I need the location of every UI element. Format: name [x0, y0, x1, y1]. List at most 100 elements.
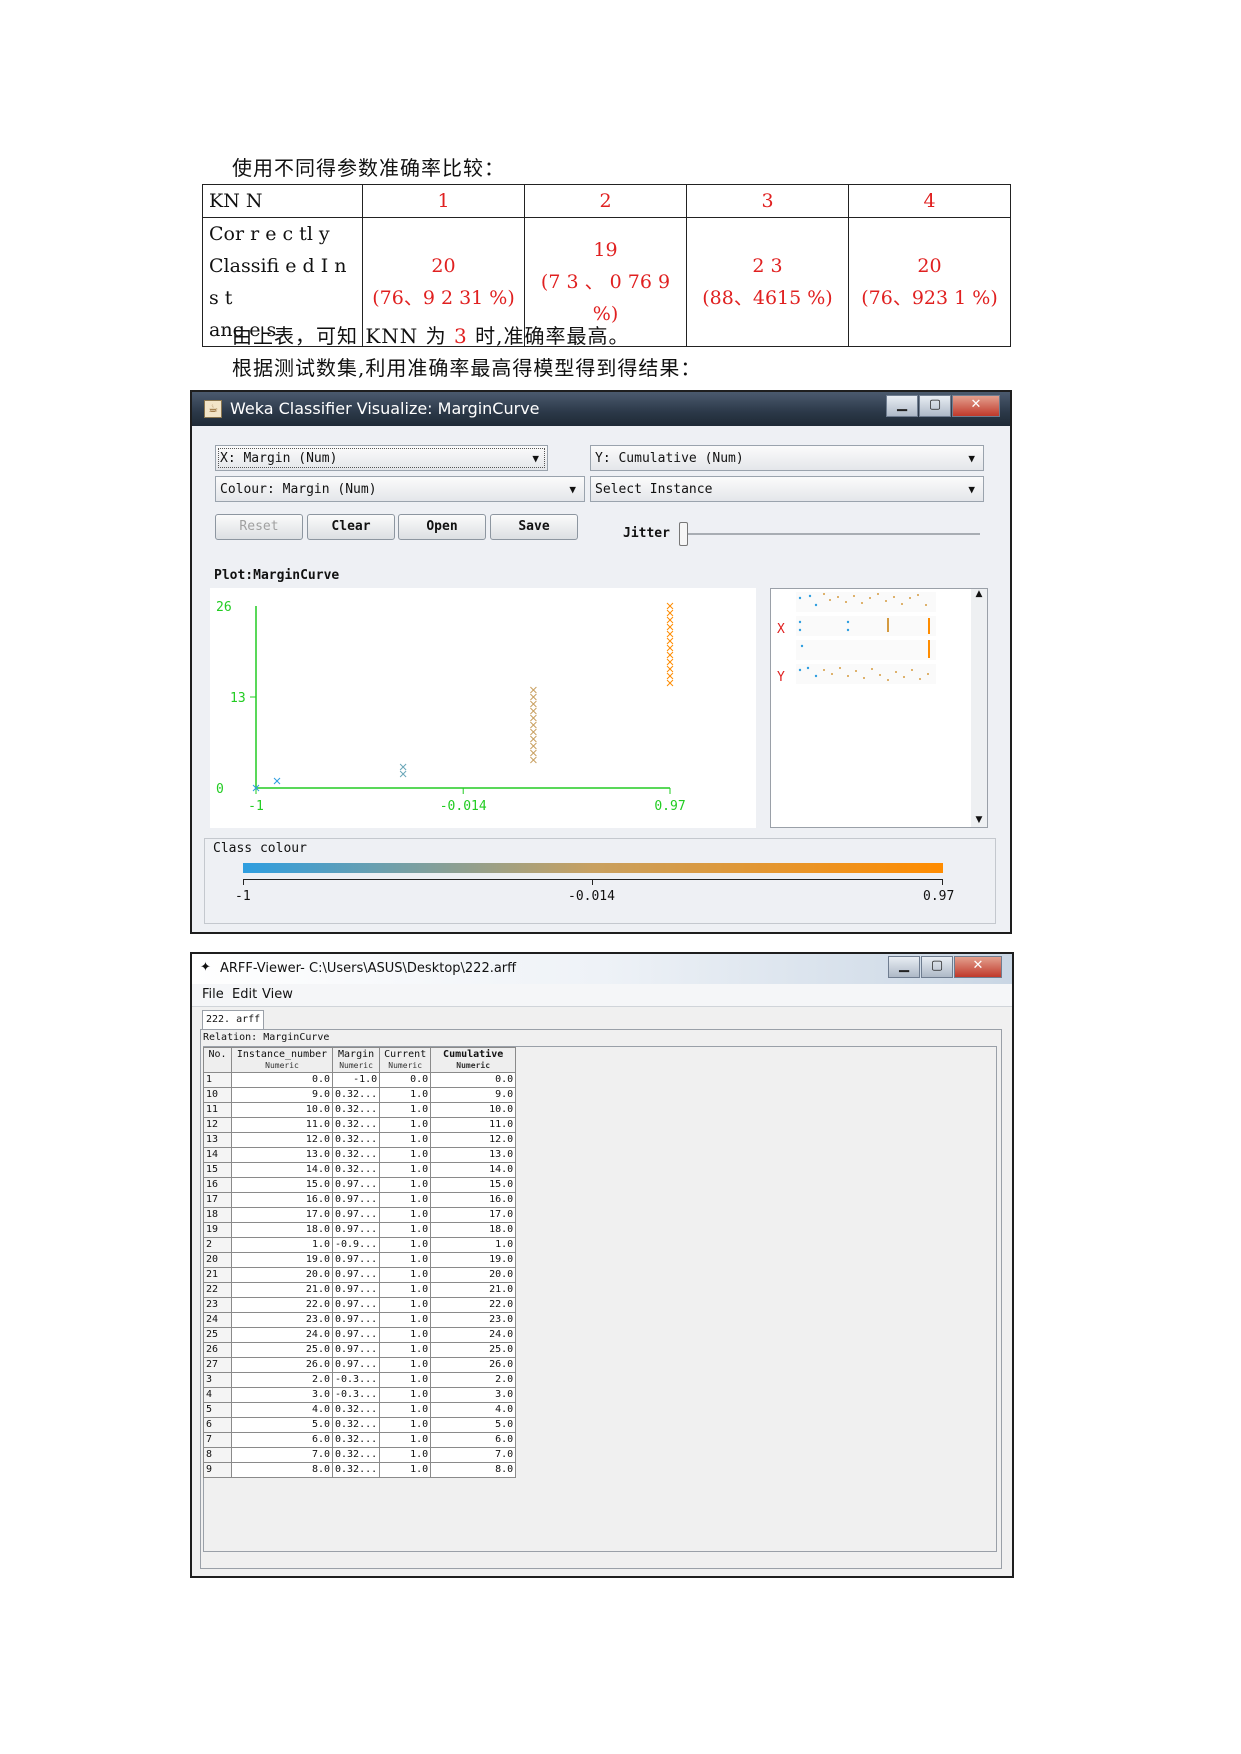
- table-cell[interactable]: 0.97...: [331, 1192, 381, 1208]
- table-cell[interactable]: 1.0: [379, 1312, 432, 1328]
- row-number-cell[interactable]: 16: [203, 1177, 232, 1193]
- row-number-cell[interactable]: 19: [203, 1222, 232, 1238]
- table-cell[interactable]: 10.0: [430, 1102, 517, 1118]
- table-cell[interactable]: 1.0: [231, 1237, 333, 1253]
- table-cell[interactable]: 0.32...: [331, 1417, 381, 1433]
- row-number-cell[interactable]: 4: [203, 1387, 232, 1403]
- column-header[interactable]: Margin Numeric: [331, 1047, 381, 1073]
- table-cell[interactable]: 0.97...: [331, 1312, 381, 1328]
- table-cell[interactable]: 0.32...: [331, 1402, 381, 1418]
- row-number-cell[interactable]: 9: [203, 1462, 232, 1478]
- table-row[interactable]: 7 6.0 0.32... 1.0 6.0: [203, 1432, 517, 1448]
- table-cell[interactable]: 1.0: [379, 1117, 432, 1133]
- table-row[interactable]: 15 14.0 0.32... 1.0 14.0: [203, 1162, 517, 1178]
- table-cell[interactable]: 6.0: [430, 1432, 517, 1448]
- row-number-cell[interactable]: 25: [203, 1327, 232, 1343]
- table-cell[interactable]: 0.32...: [331, 1102, 381, 1118]
- table-cell[interactable]: 0.32...: [331, 1132, 381, 1148]
- table-cell[interactable]: 8.0: [430, 1462, 517, 1478]
- table-cell[interactable]: 1.0: [379, 1207, 432, 1223]
- scrollbar[interactable]: ▲ ▼: [971, 589, 987, 827]
- table-cell[interactable]: 5.0: [231, 1417, 333, 1433]
- table-cell[interactable]: 1.0: [379, 1222, 432, 1238]
- select-instance-dropdown[interactable]: Select Instance ▼: [590, 476, 984, 502]
- row-number-cell[interactable]: 3: [203, 1372, 232, 1388]
- row-number-cell[interactable]: 21: [203, 1267, 232, 1283]
- table-cell[interactable]: 16.0: [430, 1192, 517, 1208]
- table-cell[interactable]: 20.0: [231, 1267, 333, 1283]
- table-cell[interactable]: 1.0: [379, 1357, 432, 1373]
- table-cell[interactable]: 1.0: [379, 1132, 432, 1148]
- table-cell[interactable]: 14.0: [231, 1162, 333, 1178]
- clear-button[interactable]: Clear: [307, 514, 395, 540]
- menu-file[interactable]: File: [202, 987, 224, 1002]
- scroll-down-icon[interactable]: ▼: [971, 815, 987, 825]
- table-cell[interactable]: -0.3...: [331, 1387, 381, 1403]
- table-cell[interactable]: 1.0: [379, 1102, 432, 1118]
- maximize-icon[interactable]: ▢: [919, 395, 951, 417]
- close-icon[interactable]: ✕: [954, 956, 1002, 978]
- table-cell[interactable]: 4.0: [430, 1402, 517, 1418]
- reset-button[interactable]: Reset: [215, 514, 303, 540]
- row-number-cell[interactable]: 27: [203, 1357, 232, 1373]
- table-row[interactable]: 13 12.0 0.32... 1.0 12.0: [203, 1132, 517, 1148]
- table-cell[interactable]: 18.0: [231, 1222, 333, 1238]
- table-cell[interactable]: 1.0: [379, 1147, 432, 1163]
- row-number-cell[interactable]: 5: [203, 1402, 232, 1418]
- table-cell[interactable]: 2.0: [231, 1372, 333, 1388]
- table-cell[interactable]: 5.0: [430, 1417, 517, 1433]
- table-row[interactable]: 4 3.0 -0.3... 1.0 3.0: [203, 1387, 517, 1403]
- save-button[interactable]: Save: [490, 514, 578, 540]
- table-row[interactable]: 21 20.0 0.97... 1.0 20.0: [203, 1267, 517, 1283]
- column-header[interactable]: Instance_number Numeric: [231, 1047, 333, 1073]
- table-cell[interactable]: 2.0: [430, 1372, 517, 1388]
- minimize-icon[interactable]: ▁: [886, 395, 918, 417]
- table-cell[interactable]: 0.97...: [331, 1342, 381, 1358]
- table-cell[interactable]: 15.0: [231, 1177, 333, 1193]
- row-number-cell[interactable]: 8: [203, 1447, 232, 1463]
- table-cell[interactable]: 1.0: [379, 1432, 432, 1448]
- table-cell[interactable]: 1.0: [379, 1417, 432, 1433]
- y-axis-select[interactable]: Y: Cumulative (Num) ▼: [590, 445, 984, 471]
- table-cell[interactable]: 1.0: [379, 1282, 432, 1298]
- row-number-cell[interactable]: 12: [203, 1117, 232, 1133]
- table-cell[interactable]: 21.0: [430, 1282, 517, 1298]
- row-number-cell[interactable]: 1: [203, 1072, 232, 1088]
- table-cell[interactable]: 13.0: [430, 1147, 517, 1163]
- table-cell[interactable]: 25.0: [231, 1342, 333, 1358]
- table-cell[interactable]: 19.0: [231, 1252, 333, 1268]
- table-cell[interactable]: 16.0: [231, 1192, 333, 1208]
- table-cell[interactable]: 0.32...: [331, 1432, 381, 1448]
- table-cell[interactable]: 21.0: [231, 1282, 333, 1298]
- table-cell[interactable]: -1.0: [331, 1072, 381, 1088]
- menu-view[interactable]: View: [262, 987, 293, 1002]
- table-cell[interactable]: 0.97...: [331, 1222, 381, 1238]
- table-row[interactable]: 26 25.0 0.97... 1.0 25.0: [203, 1342, 517, 1358]
- table-cell[interactable]: 0.97...: [331, 1297, 381, 1313]
- row-number-cell[interactable]: 24: [203, 1312, 232, 1328]
- table-cell[interactable]: 0.97...: [331, 1357, 381, 1373]
- table-cell[interactable]: 25.0: [430, 1342, 517, 1358]
- table-row[interactable]: 20 19.0 0.97... 1.0 19.0: [203, 1252, 517, 1268]
- row-number-cell[interactable]: 15: [203, 1162, 232, 1178]
- table-row[interactable]: 19 18.0 0.97... 1.0 18.0: [203, 1222, 517, 1238]
- table-row[interactable]: 16 15.0 0.97... 1.0 15.0: [203, 1177, 517, 1193]
- table-row[interactable]: 18 17.0 0.97... 1.0 17.0: [203, 1207, 517, 1223]
- table-cell[interactable]: 22.0: [231, 1297, 333, 1313]
- table-cell[interactable]: 1.0: [379, 1237, 432, 1253]
- table-cell[interactable]: 17.0: [231, 1207, 333, 1223]
- table-row[interactable]: 5 4.0 0.32... 1.0 4.0: [203, 1402, 517, 1418]
- colour-select[interactable]: Colour: Margin (Num) ▼: [215, 476, 585, 502]
- table-row[interactable]: 3 2.0 -0.3... 1.0 2.0: [203, 1372, 517, 1388]
- table-cell[interactable]: 1.0: [379, 1297, 432, 1313]
- maximize-icon[interactable]: ▢: [921, 956, 953, 978]
- table-row[interactable]: 27 26.0 0.97... 1.0 26.0: [203, 1357, 517, 1373]
- table-cell[interactable]: 1.0: [379, 1267, 432, 1283]
- menu-edit[interactable]: Edit: [232, 987, 257, 1002]
- table-row[interactable]: 6 5.0 0.32... 1.0 5.0: [203, 1417, 517, 1433]
- table-cell[interactable]: 1.0: [379, 1462, 432, 1478]
- table-row[interactable]: 22 21.0 0.97... 1.0 21.0: [203, 1282, 517, 1298]
- row-number-cell[interactable]: 7: [203, 1432, 232, 1448]
- table-cell[interactable]: 1.0: [430, 1237, 517, 1253]
- table-cell[interactable]: 24.0: [430, 1327, 517, 1343]
